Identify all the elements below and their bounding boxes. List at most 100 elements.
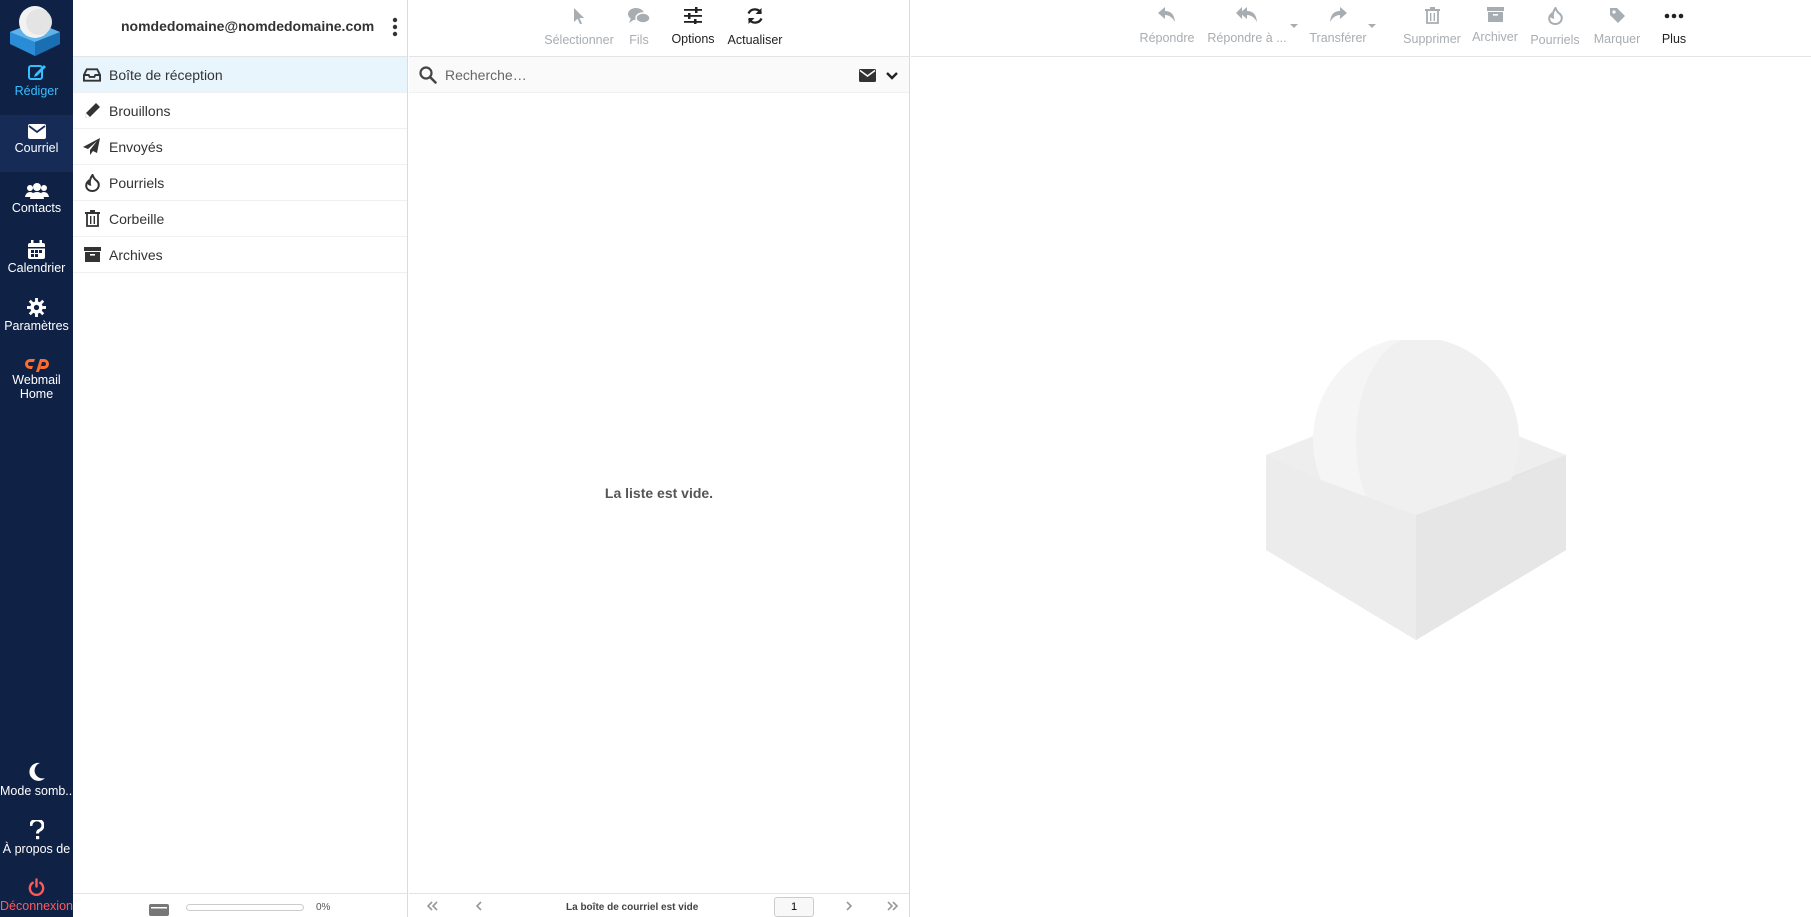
- trash-icon: [83, 210, 101, 228]
- list-toolbar: Sélectionner Fils Options Actualiser: [409, 0, 909, 57]
- archive-button[interactable]: Archiver: [1467, 7, 1523, 44]
- envelope-icon: [27, 124, 46, 139]
- nav-compose-label: Rédiger: [14, 84, 59, 98]
- reply-icon: [1158, 7, 1175, 22]
- nav-compose[interactable]: Rédiger: [0, 62, 73, 110]
- moon-icon: [28, 762, 45, 781]
- delete-label: Supprimer: [1403, 32, 1461, 46]
- folder-label: Boîte de réception: [109, 66, 223, 83]
- nav-settings[interactable]: Paramètres: [0, 298, 73, 346]
- fire-icon: [83, 173, 101, 192]
- folder-label: Brouillons: [109, 102, 171, 119]
- folder-label: Pourriels: [109, 174, 165, 191]
- nav-contacts[interactable]: Contacts: [0, 182, 73, 230]
- cpanel-icon: [24, 359, 49, 372]
- previous-page-icon[interactable]: [471, 898, 487, 914]
- pencil-icon: [83, 102, 101, 120]
- refresh-button[interactable]: Actualiser: [721, 7, 789, 47]
- paper-plane-icon: [83, 138, 101, 156]
- empty-list-message: La liste est vide.: [604, 485, 714, 501]
- junk-label: Pourriels: [1530, 33, 1580, 47]
- options-button[interactable]: Options: [665, 7, 721, 46]
- message-list-panel: Sélectionner Fils Options Actualiser La …: [409, 0, 910, 917]
- folder-drafts[interactable]: Brouillons: [73, 93, 407, 129]
- nav-about-label: À propos de: [2, 842, 71, 856]
- next-page-icon[interactable]: [841, 898, 857, 914]
- quota-icon: [149, 904, 169, 916]
- folder-panel: nomdedomaine@nomdedomaine.com Boîte de r…: [73, 0, 408, 917]
- compose-icon: [27, 65, 46, 80]
- envelope-icon[interactable]: [859, 69, 876, 82]
- archive-label: Archiver: [1472, 30, 1518, 44]
- nav-dark-mode[interactable]: Mode somb...: [0, 762, 76, 808]
- delete-button[interactable]: Supprimer: [1397, 7, 1467, 46]
- nav-logout-label: Déconnexion: [0, 899, 73, 913]
- nav-calendar[interactable]: Calendrier: [0, 240, 73, 288]
- options-label: Options: [671, 32, 715, 46]
- mark-label: Marquer: [1593, 32, 1641, 46]
- nav-logout[interactable]: Déconnexion: [0, 878, 73, 917]
- forward-button[interactable]: Transférer: [1302, 7, 1374, 45]
- threads-label: Fils: [629, 33, 649, 47]
- quota-progress-bar: [186, 904, 304, 911]
- page-number-input[interactable]: [774, 897, 814, 917]
- search-input[interactable]: [445, 65, 825, 85]
- nav-dark-mode-label: Mode somb...: [0, 784, 76, 798]
- search-icon[interactable]: [419, 66, 437, 84]
- webmail-app: Rédiger Courriel Contacts Calendrier Par…: [0, 0, 1811, 917]
- folder-archives[interactable]: Archives: [73, 237, 407, 273]
- folder-inbox[interactable]: Boîte de réception: [73, 57, 407, 93]
- forward-dropdown-icon[interactable]: [1368, 22, 1376, 30]
- reply-all-label: Répondre à ...: [1207, 31, 1287, 45]
- reply-all-icon: [1236, 7, 1257, 22]
- account-email: nomdedomaine@nomdedomaine.com: [121, 18, 375, 34]
- main-navigation: Rédiger Courriel Contacts Calendrier Par…: [0, 0, 76, 917]
- nav-settings-label: Paramètres: [4, 319, 69, 333]
- tag-icon: [1609, 8, 1625, 23]
- threads-button[interactable]: Fils: [619, 7, 659, 47]
- folder-junk[interactable]: Pourriels: [73, 165, 407, 201]
- roundcube-logo[interactable]: [8, 2, 62, 56]
- sliders-icon: [684, 7, 702, 24]
- select-label: Sélectionner: [544, 33, 614, 47]
- reply-all-dropdown-icon[interactable]: [1290, 22, 1298, 30]
- contacts-icon: [24, 183, 49, 199]
- nav-calendar-label: Calendrier: [7, 261, 66, 275]
- folder-header: nomdedomaine@nomdedomaine.com: [73, 0, 407, 57]
- gear-icon: [27, 298, 46, 317]
- power-icon: [28, 878, 45, 897]
- junk-button[interactable]: Pourriels: [1527, 5, 1583, 47]
- more-button[interactable]: Plus: [1651, 7, 1697, 46]
- reply-all-button[interactable]: Répondre à ...: [1205, 7, 1289, 45]
- select-button[interactable]: Sélectionner: [538, 7, 620, 47]
- nav-webmail-home[interactable]: Webmail Home: [0, 356, 73, 408]
- more-label: Plus: [1661, 32, 1687, 46]
- folder-trash[interactable]: Corbeille: [73, 201, 407, 237]
- fire-icon: [1547, 5, 1563, 26]
- chevron-down-icon[interactable]: [886, 72, 898, 80]
- nav-mail[interactable]: Courriel: [0, 115, 73, 172]
- folder-label: Envoyés: [109, 138, 163, 155]
- kebab-menu-icon[interactable]: [391, 17, 399, 37]
- inbox-icon: [83, 66, 101, 84]
- nav-webmail-home-label: Webmail Home: [12, 373, 61, 401]
- mark-button[interactable]: Marquer: [1589, 7, 1645, 46]
- last-page-icon[interactable]: [885, 898, 901, 914]
- list-status-text: La boîte de courriel est vide: [566, 902, 699, 913]
- archive-icon: [83, 246, 101, 264]
- nav-about[interactable]: À propos de: [0, 820, 73, 866]
- forward-label: Transférer: [1309, 31, 1367, 45]
- folder-label: Archives: [109, 246, 163, 263]
- list-footer: La boîte de courriel est vide: [409, 893, 909, 917]
- refresh-label: Actualiser: [727, 33, 783, 47]
- forward-icon: [1330, 7, 1347, 22]
- folder-sent[interactable]: Envoyés: [73, 129, 407, 165]
- folder-footer: 0%: [73, 893, 407, 917]
- trash-icon: [1424, 7, 1440, 24]
- refresh-icon: [747, 8, 763, 24]
- reply-button[interactable]: Répondre: [1136, 7, 1198, 45]
- first-page-icon[interactable]: [424, 898, 440, 914]
- search-bar: [409, 57, 909, 93]
- nav-mail-label: Courriel: [14, 141, 59, 155]
- question-icon: [29, 820, 44, 840]
